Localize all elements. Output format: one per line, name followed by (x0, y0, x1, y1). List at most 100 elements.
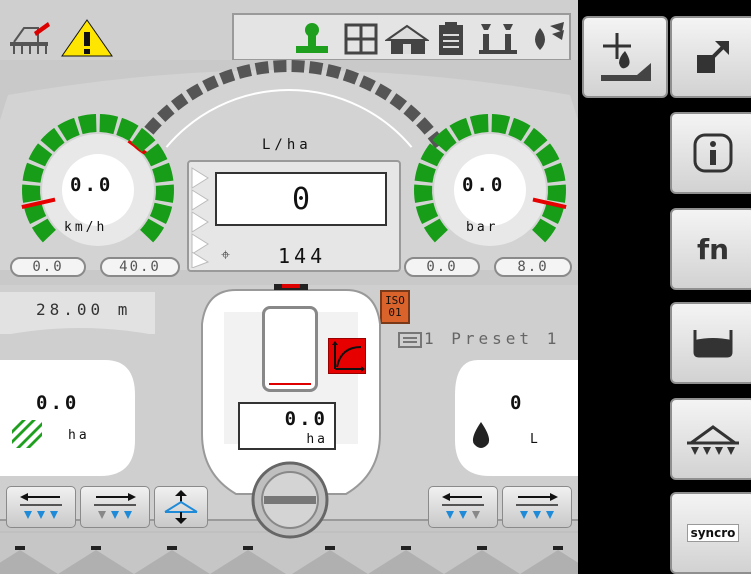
boom-width-ramp (0, 328, 160, 336)
syncro-logo: syncro (686, 524, 740, 542)
boom-right-shift-button[interactable] (80, 486, 150, 528)
boom-sections-icon (687, 425, 739, 455)
liquid-drop-icon (472, 422, 490, 448)
section-left-icon (442, 493, 484, 519)
fn-icon: fn (696, 232, 730, 266)
speed-gauge-scale-segment (77, 114, 97, 135)
tank-icon (693, 330, 733, 358)
speed-gauge-scale-segment (21, 184, 41, 203)
main-display: 0.0 km/h 0.0 40.0 0.0 bar 0.0 8.0 L/ha 0… (0, 0, 578, 574)
sprayer-settings-icon[interactable] (8, 20, 54, 58)
operator-green-icon[interactable] (292, 20, 332, 56)
liquid-spray-icon[interactable] (526, 20, 568, 56)
rate-arc-segment (273, 60, 287, 73)
spray-cone (368, 550, 444, 574)
clipboard-icon[interactable] (437, 20, 465, 56)
volume-right-value: 0 (510, 392, 525, 414)
speed-value: 0.0 (70, 174, 114, 196)
nozzle (91, 546, 101, 550)
rate-arc-segment (291, 60, 305, 73)
boom-height-icon (164, 490, 198, 524)
pressure-value: 0.0 (462, 174, 506, 196)
pressure-gauge-scale-segment (415, 202, 439, 225)
preset-list-icon (398, 332, 422, 348)
center-area-counter[interactable]: 0.0 ha (238, 402, 336, 450)
worked-area-icon (12, 420, 42, 448)
boom-height-button[interactable] (154, 486, 208, 528)
spray-cone (58, 550, 134, 574)
spray-cone (210, 550, 286, 574)
speed-max-pill: 40.0 (100, 257, 180, 277)
iso-badge-line2: 01 (388, 306, 402, 319)
pressure-gauge-scale-segment (544, 162, 566, 183)
boom-left-shift-button[interactable] (6, 486, 76, 528)
boom-adjust-softkey[interactable] (582, 16, 668, 98)
speed-min-pill: 0.0 (10, 257, 86, 277)
pressure-gauge-scale-segment (469, 114, 489, 135)
pressure-gauge-scale-segment (547, 184, 566, 203)
rate-value-display[interactable]: 0 (215, 172, 387, 226)
info-icon (693, 133, 733, 173)
speed-gauge-scale-segment (152, 162, 174, 183)
spray-cone (520, 550, 578, 574)
nozzle (167, 546, 177, 550)
center-area-value: 0.0 (284, 408, 328, 430)
shift-right-arrow-icon (94, 493, 136, 519)
speed-gauge-scale-segment (155, 184, 174, 203)
spray-cone (0, 550, 58, 574)
rate-target-value: 144 (278, 244, 327, 268)
warning-icon[interactable] (60, 18, 114, 58)
tank-level-indicator (262, 306, 318, 392)
barn-icon[interactable] (383, 22, 431, 56)
section-right-icon (516, 493, 558, 519)
volume-right-unit: L (530, 432, 541, 447)
expand-view-softkey[interactable] (670, 16, 751, 98)
boom-right-fold-button[interactable] (502, 486, 572, 528)
pressure-gauge-scale-segment (491, 114, 511, 135)
nozzle (477, 546, 487, 550)
main-valve-dial[interactable] (250, 460, 330, 540)
rate-arc-segment (308, 61, 324, 75)
spray-cone (292, 550, 368, 574)
boom-left-fold-button[interactable] (428, 486, 498, 528)
rate-curve-icon[interactable] (328, 338, 366, 374)
boom-nozzle-strip (0, 546, 578, 574)
shift-left-arrow-icon (20, 493, 62, 519)
speed-gauge-scale-segment (22, 162, 44, 183)
spray-cone (444, 550, 520, 574)
nozzle (243, 546, 253, 550)
boom-width-label: 28.00 m (36, 300, 132, 319)
preset-row[interactable]: 1 Preset 1 (378, 328, 578, 350)
pressure-unit: bar (466, 220, 499, 235)
rate-arc-segment (254, 61, 270, 75)
nozzle (325, 546, 335, 550)
syncro-softkey[interactable]: syncro (670, 492, 751, 574)
softkey-bar: fn syncro (578, 0, 751, 574)
boom-target-icon (601, 33, 651, 81)
nozzle (553, 546, 563, 550)
pressure-gauge-scale-segment (414, 162, 436, 183)
center-area-unit: ha (306, 432, 328, 447)
target-crosshair-icon: ⌖ (221, 245, 231, 264)
spray-cone (134, 550, 210, 574)
nozzle (401, 546, 411, 550)
pressure-max-pill: 8.0 (494, 257, 572, 277)
preset-label: 1 Preset 1 (424, 329, 561, 348)
rate-unit-label: L/ha (262, 137, 312, 153)
fn-softkey[interactable]: fn (670, 208, 751, 290)
nozzles-icon[interactable] (477, 20, 519, 56)
boom-sections-softkey[interactable] (670, 398, 751, 480)
expand-arrow-icon (697, 41, 729, 73)
speed-unit: km/h (64, 220, 108, 235)
info-softkey[interactable] (670, 112, 751, 194)
speed-gauge-scale-segment (99, 114, 119, 135)
area-left-unit: ha (68, 428, 90, 443)
pressure-min-pill: 0.0 (404, 257, 480, 277)
pressure-gauge-scale-segment (414, 184, 433, 203)
grid-icon[interactable] (343, 22, 379, 56)
nozzle (15, 546, 25, 550)
rate-steps-indicator (190, 164, 210, 269)
tank-softkey[interactable] (670, 302, 751, 384)
area-left-value: 0.0 (36, 392, 80, 414)
speed-gauge-scale-segment (149, 202, 173, 225)
